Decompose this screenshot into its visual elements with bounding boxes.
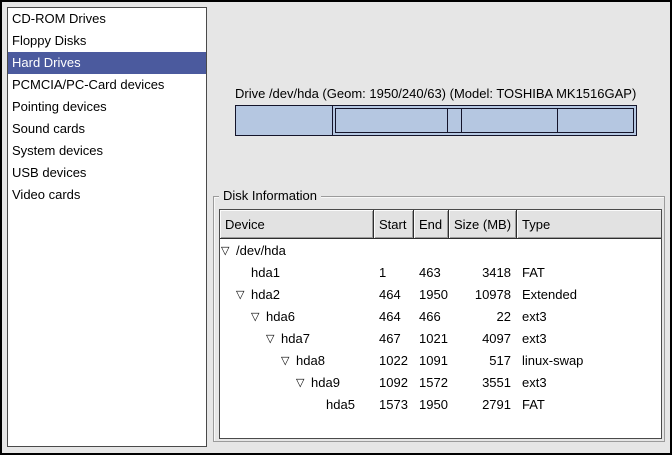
device-name: hda5 (326, 397, 355, 412)
cell-start: 467 (374, 331, 414, 346)
cell-size: 4097 (449, 331, 517, 346)
cell-end: 466 (414, 309, 449, 324)
cell-type: FAT (517, 265, 661, 280)
cell-end: 1950 (414, 397, 449, 412)
partition-bar (235, 105, 637, 136)
expander-triangle-icon[interactable]: ▽ (281, 353, 296, 368)
cell-type: FAT (517, 397, 661, 412)
cell-type: ext3 (517, 375, 661, 390)
expander-triangle-icon[interactable]: ▽ (266, 331, 281, 346)
sidebar-item-sound-cards[interactable]: Sound cards (8, 118, 206, 140)
disk-table-header: DeviceStartEndSize (MB)Type (220, 210, 661, 239)
table-row-hda7[interactable]: ▽hda7 46710214097ext3 (220, 327, 661, 349)
cell-end: 1021 (414, 331, 449, 346)
device-name: hda7 (281, 331, 310, 346)
cell-end: 1091 (414, 353, 449, 368)
sidebar-item-cd-rom-drives[interactable]: CD-ROM Drives (8, 8, 206, 30)
column-header-end[interactable]: End (414, 210, 449, 238)
expander-triangle-icon[interactable]: ▽ (251, 309, 266, 324)
logical-partition-divider (461, 109, 462, 132)
device-name: hda1 (251, 265, 280, 280)
table-row-dev-hda[interactable]: ▽/dev/hda (220, 239, 661, 261)
table-row-hda5[interactable]: hda5 157319502791FAT (220, 393, 661, 415)
table-row-hda2[interactable]: ▽hda2 464195010978Extended (220, 283, 661, 305)
table-row-hda1[interactable]: hda1 14633418FAT (220, 261, 661, 283)
device-name: hda9 (311, 375, 340, 390)
expander-triangle-icon[interactable]: ▽ (221, 243, 236, 258)
partition-segment-hda1 (236, 106, 333, 135)
expander-triangle-icon[interactable]: ▽ (236, 287, 251, 302)
disk-table-body: ▽/dev/hdahda114633418FAT▽hda246419501097… (220, 239, 661, 415)
drive-title: Drive /dev/hda (Geom: 1950/240/63) (Mode… (235, 86, 636, 101)
sidebar-item-floppy-disks[interactable]: Floppy Disks (8, 30, 206, 52)
cell-size: 10978 (449, 287, 517, 302)
extended-partition-box (335, 108, 634, 133)
expander-triangle-icon[interactable]: ▽ (296, 375, 311, 390)
cell-size: 517 (449, 353, 517, 368)
sidebar-item-pointing-devices[interactable]: Pointing devices (8, 96, 206, 118)
table-row-hda8[interactable]: ▽hda8 10221091517linux-swap (220, 349, 661, 371)
cell-end: 1950 (414, 287, 449, 302)
disk-information-frame: Disk Information DeviceStartEndSize (MB)… (213, 196, 665, 442)
device-name: hda6 (266, 309, 295, 324)
sidebar-item-system-devices[interactable]: System devices (8, 140, 206, 162)
sidebar-item-video-cards[interactable]: Video cards (8, 184, 206, 206)
cell-type: linux-swap (517, 353, 661, 368)
cell-end: 1572 (414, 375, 449, 390)
cell-start: 1573 (374, 397, 414, 412)
sidebar-item-hard-drives[interactable]: Hard Drives (8, 52, 206, 74)
device-name: hda8 (296, 353, 325, 368)
device-name: /dev/hda (236, 243, 286, 258)
disk-table: DeviceStartEndSize (MB)Type ▽/dev/hdahda… (219, 209, 662, 439)
cell-size: 3551 (449, 375, 517, 390)
cell-start: 1 (374, 265, 414, 280)
cell-size: 3418 (449, 265, 517, 280)
sidebar-item-usb-devices[interactable]: USB devices (8, 162, 206, 184)
cell-size: 22 (449, 309, 517, 324)
cell-start: 1092 (374, 375, 414, 390)
table-row-hda9[interactable]: ▽hda9 109215723551ext3 (220, 371, 661, 393)
cell-size: 2791 (449, 397, 517, 412)
logical-partition-divider (447, 109, 448, 132)
device-name: hda2 (251, 287, 280, 302)
table-row-hda6[interactable]: ▽hda6 46446622ext3 (220, 305, 661, 327)
logical-partition-divider (557, 109, 558, 132)
column-header-size-mb[interactable]: Size (MB) (449, 210, 517, 238)
cell-start: 464 (374, 309, 414, 324)
column-header-device[interactable]: Device (220, 210, 374, 238)
column-header-type[interactable]: Type (517, 210, 661, 238)
cell-start: 1022 (374, 353, 414, 368)
device-category-list: CD-ROM DrivesFloppy DisksHard DrivesPCMC… (7, 7, 207, 447)
cell-type: ext3 (517, 309, 661, 324)
sidebar-item-pcmcia-pc-card-devices[interactable]: PCMCIA/PC-Card devices (8, 74, 206, 96)
hardware-browser-window: CD-ROM DrivesFloppy DisksHard DrivesPCMC… (0, 0, 672, 455)
cell-start: 464 (374, 287, 414, 302)
disk-information-label: Disk Information (219, 188, 321, 203)
column-header-start[interactable]: Start (374, 210, 414, 238)
cell-end: 463 (414, 265, 449, 280)
cell-type: Extended (517, 287, 661, 302)
cell-type: ext3 (517, 331, 661, 346)
